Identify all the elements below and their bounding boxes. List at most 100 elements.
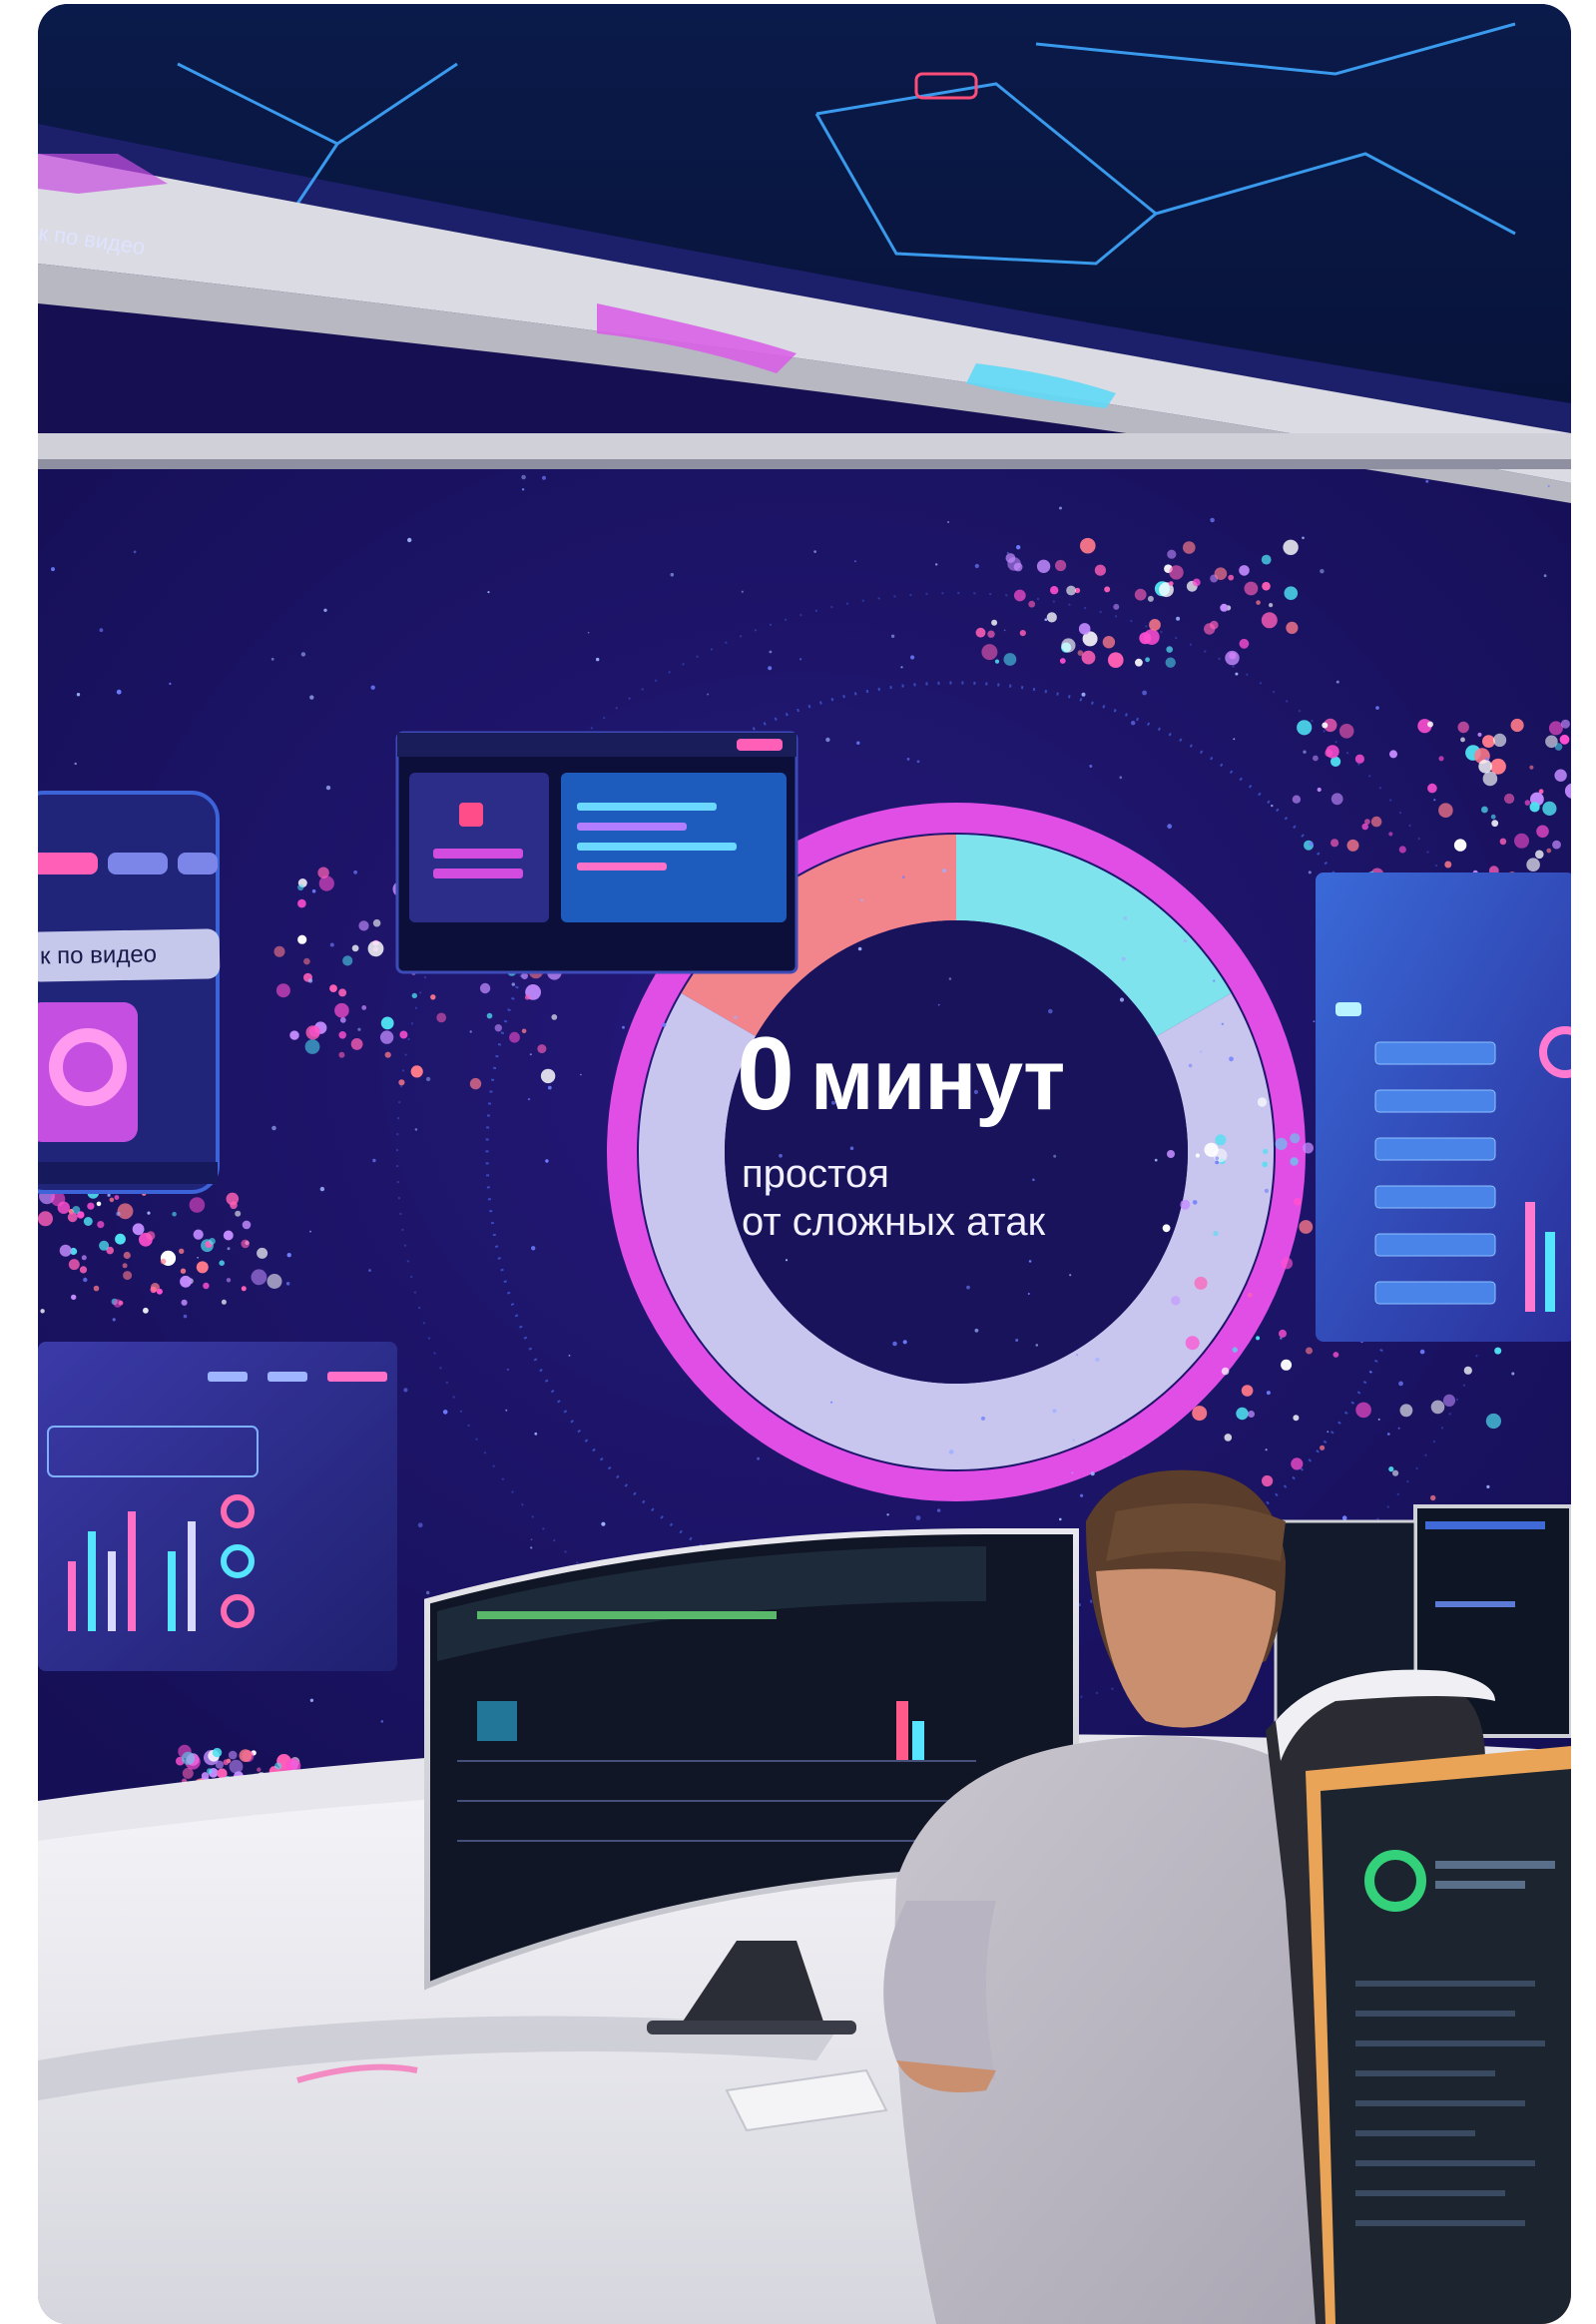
particle [1221, 1367, 1230, 1376]
particle [1262, 1148, 1269, 1155]
particle [1262, 1161, 1268, 1168]
particle [1239, 638, 1250, 649]
star [1369, 1371, 1372, 1374]
particle [540, 1068, 556, 1084]
particle [235, 1210, 242, 1217]
particle [1430, 1494, 1436, 1501]
star [1398, 1381, 1403, 1387]
particle [1149, 619, 1161, 631]
star [74, 762, 77, 766]
particle [117, 1203, 134, 1220]
particle [436, 1012, 447, 1023]
star [286, 1253, 291, 1258]
particle [1256, 1336, 1261, 1341]
star [937, 1003, 940, 1006]
particle [1167, 549, 1177, 559]
star [1309, 842, 1314, 847]
star [1016, 545, 1021, 550]
list-mockup-right [1316, 872, 1571, 1342]
particle [1293, 1415, 1300, 1422]
particle [1493, 733, 1507, 748]
particle [1554, 769, 1567, 782]
particle [1247, 1292, 1253, 1298]
star [1271, 804, 1274, 808]
particle [1388, 1466, 1394, 1472]
particle [1430, 1400, 1445, 1415]
particle [329, 984, 337, 992]
particle [1113, 603, 1120, 610]
star [890, 634, 895, 638]
particle [1139, 632, 1152, 645]
particle [180, 1275, 192, 1288]
star [1433, 799, 1436, 802]
star [534, 1432, 538, 1436]
star [910, 655, 915, 660]
star [942, 869, 946, 872]
foreground-monitor [1306, 1746, 1571, 2324]
star [1028, 1260, 1032, 1263]
star [1215, 1160, 1220, 1165]
star [1167, 824, 1173, 830]
particle [38, 1211, 53, 1227]
star [974, 1328, 979, 1333]
particle [93, 1285, 100, 1292]
particle [1292, 795, 1302, 804]
star [329, 942, 334, 947]
star [357, 1027, 361, 1031]
particle [361, 1005, 367, 1010]
star [368, 1269, 371, 1272]
particle [1232, 1347, 1239, 1353]
particle [81, 1255, 87, 1261]
particle [1370, 816, 1382, 828]
star [1547, 485, 1550, 487]
particle [318, 875, 334, 891]
particle [1195, 1153, 1200, 1158]
particle [1102, 636, 1116, 649]
star [76, 693, 81, 697]
star [112, 1318, 116, 1322]
star [1543, 574, 1547, 578]
particle [1080, 537, 1096, 554]
headline-caption: простоя от сложных атак [742, 1150, 1161, 1246]
star [1081, 692, 1086, 697]
particle [1104, 586, 1111, 593]
star [622, 1025, 625, 1029]
particle [1354, 754, 1364, 764]
star [966, 1285, 970, 1290]
particle [1204, 623, 1216, 635]
particle [251, 1269, 267, 1286]
particle [1261, 612, 1278, 629]
star [785, 1259, 789, 1262]
particle [991, 619, 998, 626]
particle [524, 994, 530, 1000]
particle [1299, 1220, 1314, 1234]
particle [196, 1261, 209, 1274]
particle [118, 1300, 124, 1306]
particle [1524, 800, 1531, 806]
particle [1028, 600, 1036, 608]
star [403, 1388, 408, 1393]
star [1123, 1455, 1125, 1457]
particle [1262, 1474, 1274, 1487]
particle [486, 1012, 493, 1019]
particle [226, 1278, 232, 1283]
star [857, 946, 862, 951]
particle [1478, 759, 1492, 774]
particle [68, 1259, 80, 1271]
particle [1166, 646, 1173, 653]
particle [1317, 787, 1322, 793]
particle [297, 934, 307, 944]
star [596, 657, 600, 662]
particle [1279, 1329, 1287, 1338]
star [307, 978, 313, 983]
star [1486, 1484, 1490, 1488]
particle [1542, 801, 1557, 817]
particle [1306, 1347, 1313, 1355]
particle [342, 955, 353, 966]
star [901, 875, 905, 879]
particle [229, 1759, 244, 1774]
particle [226, 1192, 240, 1206]
particle [223, 1759, 230, 1766]
star [936, 1508, 941, 1512]
particle [398, 1079, 405, 1086]
